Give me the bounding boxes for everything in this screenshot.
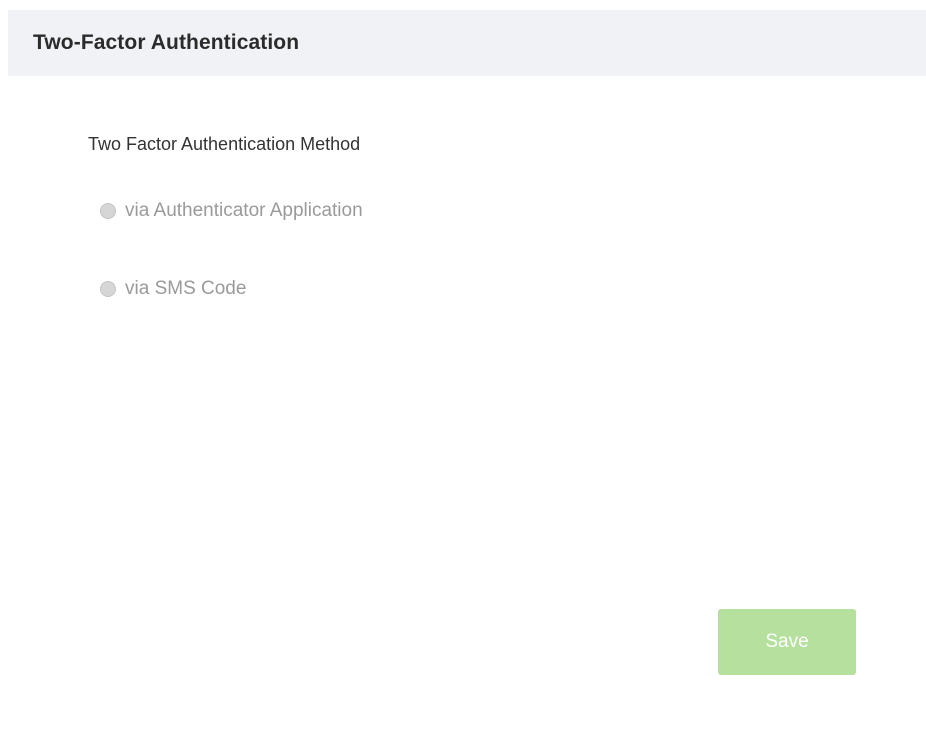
panel-header: Two-Factor Authentication (8, 10, 926, 76)
radio-button-icon[interactable] (100, 281, 116, 297)
page-title: Two-Factor Authentication (33, 31, 300, 54)
method-label: Two Factor Authentication Method (88, 134, 361, 154)
radio-option-sms-code[interactable]: via SMS Code (100, 278, 246, 300)
radio-option-label: via SMS Code (125, 278, 247, 299)
radio-option-label: via Authenticator Application (125, 200, 363, 221)
radio-option-authenticator-app[interactable]: via Authenticator Application (100, 200, 363, 222)
radio-button-icon[interactable] (100, 203, 116, 219)
save-button[interactable]: Save (718, 609, 856, 675)
